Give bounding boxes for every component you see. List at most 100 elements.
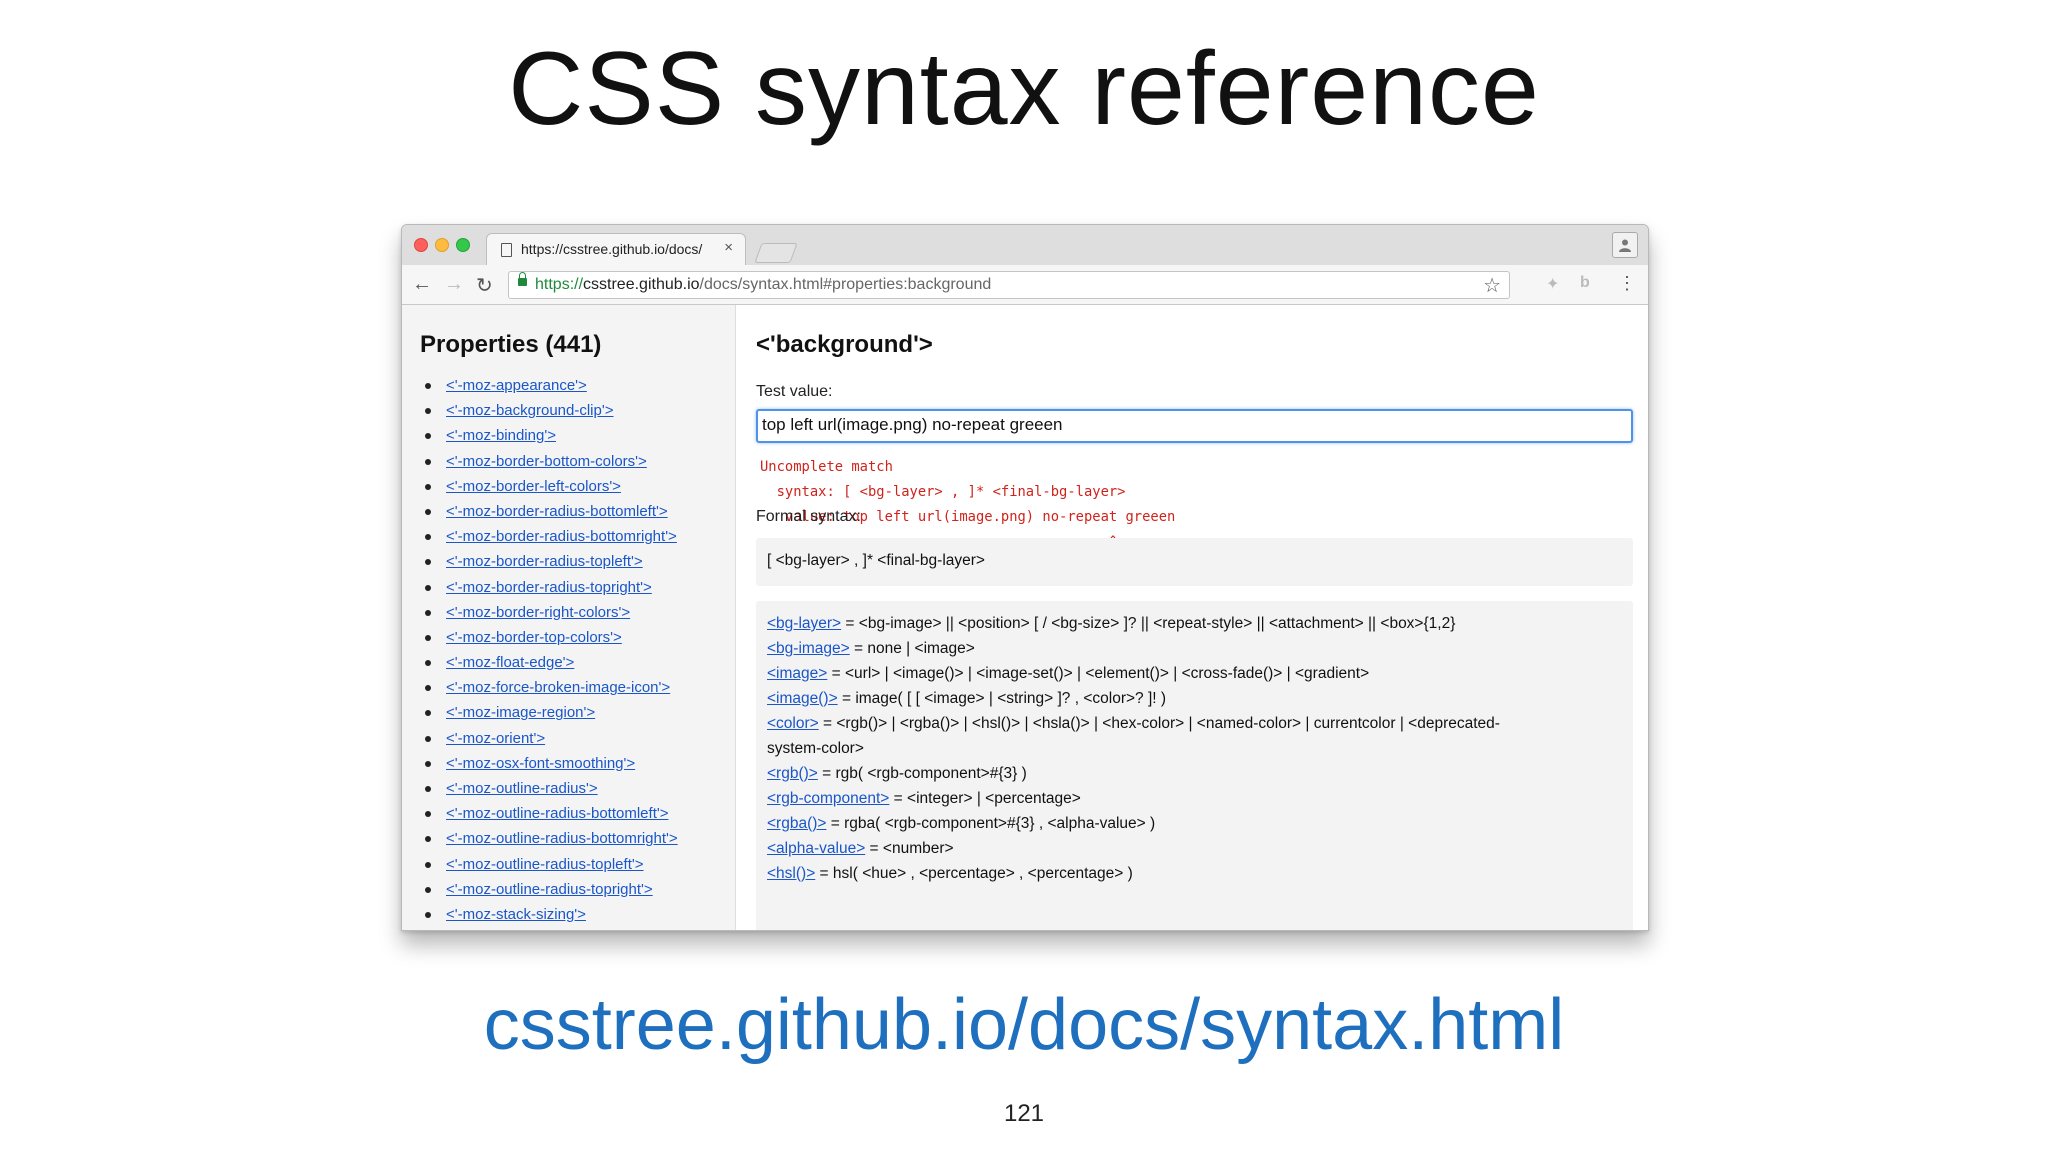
list-item: <'-moz-outline-radius-topleft'> bbox=[420, 852, 678, 877]
list-item: <'-moz-outline-radius-bottomleft'> bbox=[420, 801, 678, 826]
list-item: <'-moz-appearance'> bbox=[420, 373, 678, 398]
list-item: <'-moz-osx-font-smoothing'> bbox=[420, 751, 678, 776]
definition-link[interactable]: <bg-image> bbox=[767, 640, 850, 657]
property-link[interactable]: <'-moz-border-radius-topright'> bbox=[446, 579, 652, 596]
property-link[interactable]: <'-moz-orient'> bbox=[446, 730, 545, 747]
property-link[interactable]: <'-moz-outline-radius'> bbox=[446, 780, 598, 797]
definition-link[interactable]: <bg-layer> bbox=[767, 615, 841, 632]
address-url[interactable]: https://csstree.github.io/docs/syntax.ht… bbox=[535, 276, 991, 294]
sidebar: Properties (441) <'-moz-appearance'> <'-… bbox=[402, 305, 736, 930]
definition-link[interactable]: <color> bbox=[767, 715, 819, 732]
list-item: <'-moz-outline-radius'> bbox=[420, 776, 678, 801]
list-item: <'-moz-orient'> bbox=[420, 726, 678, 751]
page-icon bbox=[501, 243, 512, 257]
list-item: <'-moz-binding'> bbox=[420, 423, 678, 448]
definition-line: <image()> = image( [ [ <image> | <string… bbox=[767, 690, 1167, 707]
maximize-window-button[interactable] bbox=[456, 238, 470, 252]
property-link[interactable]: <'-moz-border-bottom-colors'> bbox=[446, 453, 647, 470]
formal-syntax-text: [ <bg-layer> , ]* <final-bg-layer> bbox=[767, 552, 985, 569]
list-item: <'-moz-background-clip'> bbox=[420, 398, 678, 423]
definition-line: system-color> bbox=[767, 740, 864, 757]
lock-icon bbox=[518, 272, 527, 286]
tab-active[interactable]: https://csstree.github.io/docs/ × bbox=[486, 233, 746, 265]
list-item: <'-moz-image-region'> bbox=[420, 700, 678, 725]
browser-toolbar: ← → ↻ https://csstree.github.io/docs/syn… bbox=[402, 265, 1648, 305]
list-item: <'-moz-border-radius-bottomleft'> bbox=[420, 499, 678, 524]
definition-link[interactable]: <rgb-component> bbox=[767, 790, 889, 807]
definition-line: <bg-layer> = <bg-image> || <position> [ … bbox=[767, 615, 1456, 632]
tab-title: https://csstree.github.io/docs/ bbox=[521, 241, 703, 257]
reload-button[interactable]: ↻ bbox=[476, 273, 493, 298]
property-link[interactable]: <'-moz-binding'> bbox=[446, 427, 556, 444]
list-item: <'-moz-border-bottom-colors'> bbox=[420, 449, 678, 474]
test-value-input[interactable]: top left url(image.png) no-repeat greeen bbox=[756, 409, 1633, 443]
test-value-label: Test value: bbox=[756, 383, 833, 400]
list-item: <'-moz-border-top-colors'> bbox=[420, 625, 678, 650]
main-content: <'background'> Test value: top left url(… bbox=[736, 305, 1648, 930]
list-item: <'-moz-force-broken-image-icon'> bbox=[420, 675, 678, 700]
list-item: <'-moz-border-radius-topright'> bbox=[420, 575, 678, 600]
forward-button[interactable]: → bbox=[444, 273, 464, 296]
new-tab-button[interactable] bbox=[754, 243, 798, 263]
property-link[interactable]: <'-moz-osx-font-smoothing'> bbox=[446, 755, 635, 772]
star-icon[interactable]: ☆ bbox=[1483, 273, 1501, 298]
definition-line: <hsl()> = hsl( <hue> , <percentage> , <p… bbox=[767, 865, 1133, 882]
profile-icon[interactable] bbox=[1612, 232, 1638, 258]
list-item: <'-moz-outline-radius-topright'> bbox=[420, 877, 678, 902]
property-link[interactable]: <'-moz-outline-radius-bottomleft'> bbox=[446, 805, 669, 822]
property-link[interactable]: <'-moz-outline-radius-bottomright'> bbox=[446, 830, 678, 847]
minimize-window-button[interactable] bbox=[435, 238, 449, 252]
menu-icon[interactable]: ⋮ bbox=[1618, 273, 1636, 294]
property-link[interactable]: <'-moz-background-clip'> bbox=[446, 402, 613, 419]
definition-link[interactable]: <rgba()> bbox=[767, 815, 826, 832]
address-bar[interactable]: https://csstree.github.io/docs/syntax.ht… bbox=[508, 271, 1510, 299]
page-number: 121 bbox=[1003, 1100, 1045, 1127]
list-item: <'-moz-float-edge'> bbox=[420, 650, 678, 675]
tab-bar: https://csstree.github.io/docs/ × bbox=[402, 225, 1648, 265]
property-link[interactable]: <'-moz-border-right-colors'> bbox=[446, 604, 630, 621]
extension-b-icon[interactable]: b bbox=[1580, 274, 1590, 292]
tab-close-icon[interactable]: × bbox=[724, 239, 733, 256]
sidebar-heading: Properties (441) bbox=[420, 331, 602, 358]
definition-line: <rgba()> = rgba( <rgb-component>#{3} , <… bbox=[767, 815, 1156, 832]
definition-link[interactable]: <image()> bbox=[767, 690, 838, 707]
property-link[interactable]: <'-moz-outline-radius-topleft'> bbox=[446, 856, 643, 873]
definition-link[interactable]: <image> bbox=[767, 665, 827, 682]
definition-line: <rgb()> = rgb( <rgb-component>#{3} ) bbox=[767, 765, 1027, 782]
property-list: <'-moz-appearance'> <'-moz-background-cl… bbox=[420, 373, 678, 927]
definition-link[interactable]: <rgb()> bbox=[767, 765, 818, 782]
list-item: <'-moz-border-radius-topleft'> bbox=[420, 549, 678, 574]
property-link[interactable]: <'-moz-border-top-colors'> bbox=[446, 629, 622, 646]
definition-link[interactable]: <alpha-value> bbox=[767, 840, 865, 857]
formal-syntax-label: Formal syntax: bbox=[756, 508, 861, 525]
definition-line: <bg-image> = none | <image> bbox=[767, 640, 975, 657]
back-button[interactable]: ← bbox=[412, 273, 432, 296]
list-item: <'-moz-border-left-colors'> bbox=[420, 474, 678, 499]
page-title: <'background'> bbox=[756, 331, 933, 358]
list-item: <'-moz-outline-radius-bottomright'> bbox=[420, 826, 678, 851]
list-item: <'-moz-border-radius-bottomright'> bbox=[420, 524, 678, 549]
definition-line: <image> = <url> | <image()> | <image-set… bbox=[767, 665, 1370, 682]
slide-link[interactable]: csstree.github.io/docs/syntax.html bbox=[0, 984, 2048, 1066]
close-window-button[interactable] bbox=[414, 238, 428, 252]
property-link[interactable]: <'-moz-force-broken-image-icon'> bbox=[446, 679, 670, 696]
property-link[interactable]: <'-moz-border-left-colors'> bbox=[446, 478, 621, 495]
extension-icon[interactable]: ✦ bbox=[1546, 274, 1559, 294]
formal-syntax-box: [ <bg-layer> , ]* <final-bg-layer> bbox=[756, 538, 1633, 586]
property-link[interactable]: <'-moz-border-radius-bottomleft'> bbox=[446, 503, 668, 520]
browser-window: https://csstree.github.io/docs/ × ← → ↻ … bbox=[401, 224, 1649, 931]
property-link[interactable]: <'-moz-outline-radius-topright'> bbox=[446, 881, 653, 898]
definitions-box: <bg-layer> = <bg-image> || <position> [ … bbox=[756, 601, 1633, 930]
list-item: <'-moz-stack-sizing'> bbox=[420, 902, 678, 927]
list-item: <'-moz-border-right-colors'> bbox=[420, 600, 678, 625]
property-link[interactable]: <'-moz-image-region'> bbox=[446, 704, 595, 721]
property-link[interactable]: <'-moz-appearance'> bbox=[446, 377, 587, 394]
definition-line: <alpha-value> = <number> bbox=[767, 840, 954, 857]
property-link[interactable]: <'-moz-stack-sizing'> bbox=[446, 906, 586, 923]
property-link[interactable]: <'-moz-border-radius-topleft'> bbox=[446, 553, 643, 570]
property-link[interactable]: <'-moz-float-edge'> bbox=[446, 654, 574, 671]
definition-link[interactable]: <hsl()> bbox=[767, 865, 815, 882]
definition-line: <rgb-component> = <integer> | <percentag… bbox=[767, 790, 1081, 807]
definition-line: <color> = <rgb()> | <rgba()> | <hsl()> |… bbox=[767, 715, 1500, 732]
property-link[interactable]: <'-moz-border-radius-bottomright'> bbox=[446, 528, 677, 545]
